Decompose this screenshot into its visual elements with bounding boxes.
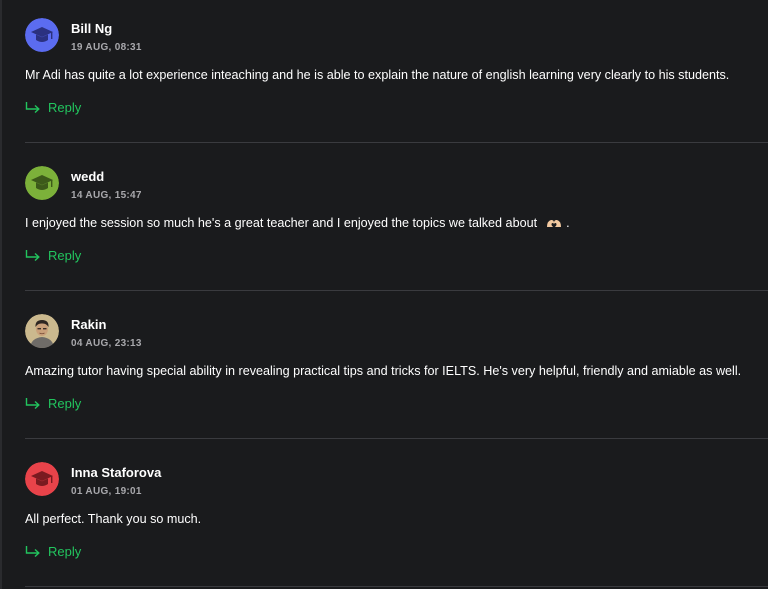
reply-label: Reply: [48, 395, 82, 411]
user-photo-avatar: [25, 314, 59, 348]
reviewer-name: Bill Ng: [71, 21, 113, 36]
divider: [25, 438, 768, 439]
review-item: Bill Ng 19 AUG, 08:31 Mr Adi has quite a…: [0, 0, 768, 148]
reviewer-name: wedd: [71, 169, 105, 184]
review-item: Rakin 04 AUG, 23:13 Amazing tutor having…: [0, 296, 768, 444]
reviews-list: Bill Ng 19 AUG, 08:31 Mr Adi has quite a…: [0, 0, 768, 589]
graduation-cap-icon: [25, 166, 59, 200]
review-text: Mr Adi has quite a lot experience inteac…: [25, 68, 730, 82]
reply-button[interactable]: Reply: [25, 246, 81, 264]
review-date: 14 AUG, 15:47: [71, 190, 142, 201]
reviewer-name: Rakin: [71, 317, 107, 332]
graduation-cap-icon: [25, 462, 59, 496]
reply-button[interactable]: Reply: [25, 542, 81, 560]
reply-arrow-icon: [25, 546, 40, 557]
review-date: 04 AUG, 23:13: [71, 338, 142, 349]
review-text-container: I enjoyed the session so much he's a gre…: [25, 216, 570, 230]
review-date: 19 AUG, 08:31: [71, 42, 142, 53]
reply-label: Reply: [48, 99, 82, 115]
review-date: 01 AUG, 19:01: [71, 486, 142, 497]
reviewer-name: Inna Staforova: [71, 465, 162, 480]
review-text-suffix: .: [566, 216, 570, 230]
reply-label: Reply: [48, 247, 82, 263]
avatar[interactable]: [25, 18, 59, 52]
reply-button[interactable]: Reply: [25, 98, 81, 116]
graduation-cap-icon: [25, 18, 59, 52]
reply-arrow-icon: [25, 250, 40, 261]
review-text: All perfect. Thank you so much.: [25, 512, 202, 526]
review-text: I enjoyed the session so much he's a gre…: [25, 216, 538, 230]
avatar[interactable]: [25, 166, 59, 200]
divider: [25, 586, 768, 587]
divider: [25, 290, 768, 291]
divider: [25, 142, 768, 143]
reply-arrow-icon: [25, 398, 40, 409]
reply-button[interactable]: Reply: [25, 394, 81, 412]
avatar[interactable]: [25, 462, 59, 496]
reply-label: Reply: [48, 543, 82, 559]
reply-arrow-icon: [25, 102, 40, 113]
review-item: Inna Staforova 01 AUG, 19:01 All perfect…: [0, 444, 768, 589]
review-item: wedd 14 AUG, 15:47 I enjoyed the session…: [0, 148, 768, 296]
avatar[interactable]: [25, 314, 59, 348]
heart-hands-icon: [546, 219, 561, 228]
review-text: Amazing tutor having special ability in …: [25, 364, 742, 378]
